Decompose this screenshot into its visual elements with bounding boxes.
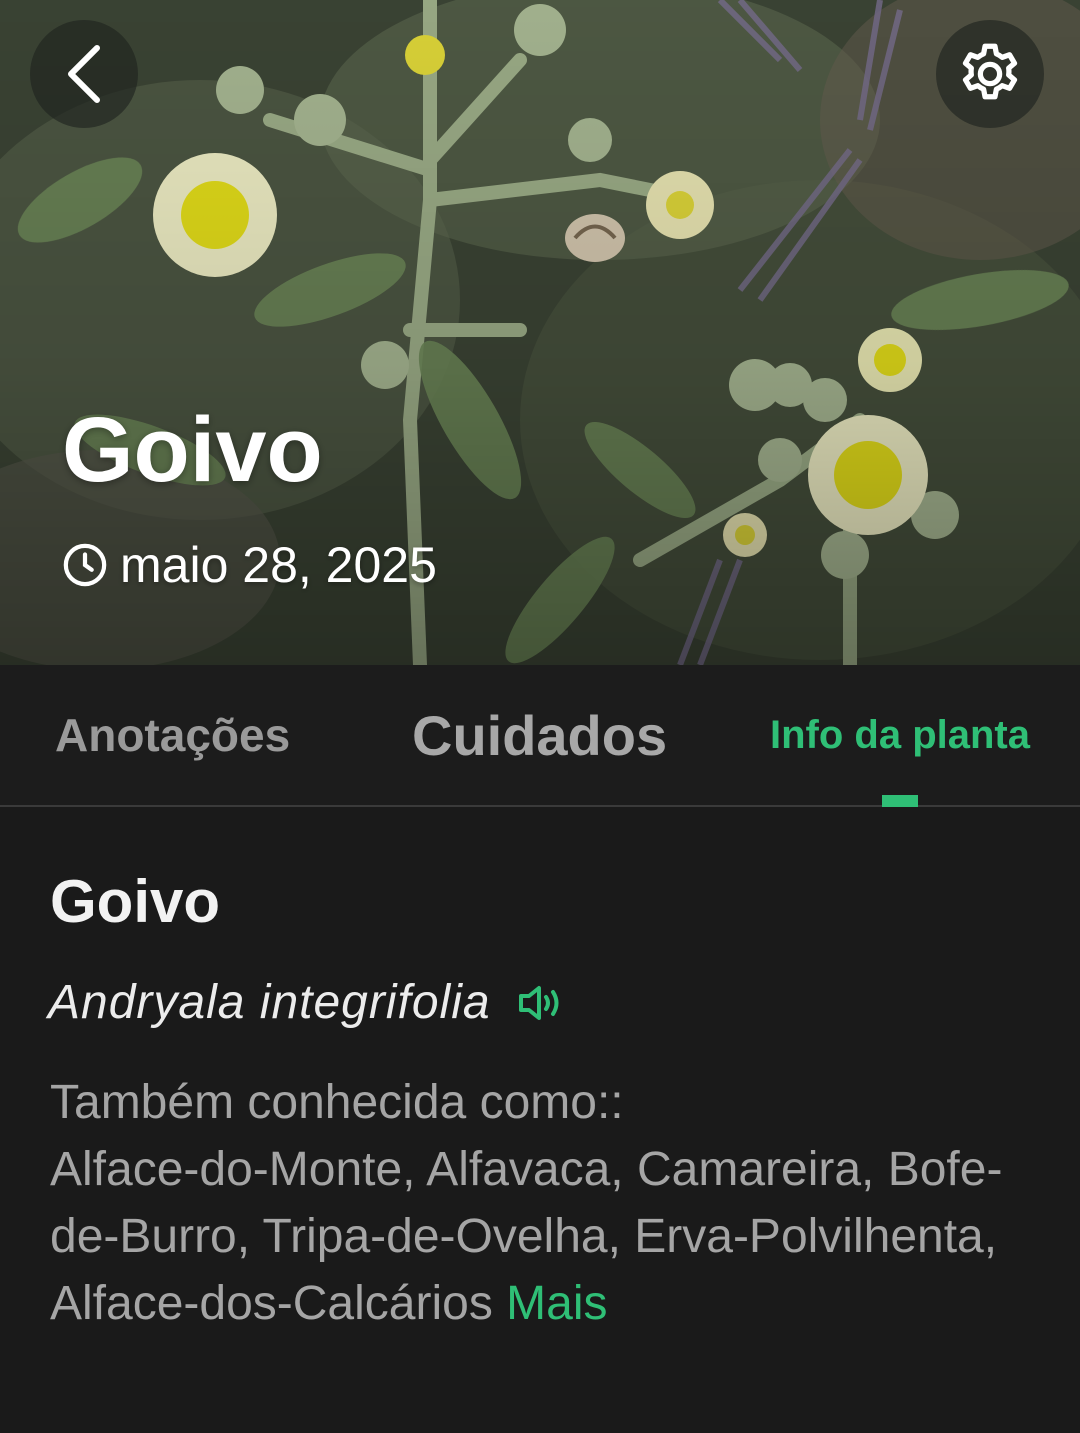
clock-icon — [63, 543, 107, 587]
plant-info-panel: Goivo Andryala integrifolia Também conhe… — [0, 807, 1080, 1433]
tab-bar: Anotações Cuidados Info da planta — [0, 665, 1080, 807]
speaker-icon[interactable] — [517, 983, 563, 1023]
scientific-name-row: Andryala integrifolia — [48, 975, 563, 1030]
chevron-left-icon — [68, 45, 100, 103]
tab-plant-info[interactable]: Info da planta — [770, 665, 1030, 805]
common-name: Goivo — [50, 868, 221, 935]
active-tab-indicator — [882, 795, 918, 807]
gear-icon — [962, 43, 1018, 100]
date-text: maio 28, 2025 — [120, 537, 437, 593]
scientific-name: Andryala integrifolia — [48, 976, 491, 1029]
date-row: maio 28, 2025 — [62, 536, 437, 594]
back-button[interactable] — [30, 20, 138, 128]
plant-photo-header: Goivo maio 28, 2025 — [0, 0, 1080, 665]
plant-title: Goivo — [62, 399, 323, 501]
settings-button[interactable] — [936, 20, 1044, 128]
tab-notes[interactable]: Anotações — [55, 665, 290, 805]
more-link[interactable]: Mais — [506, 1277, 607, 1330]
also-known-as: Também conhecida como:: Alface-do-Monte,… — [50, 1069, 1050, 1337]
aka-label: Também conhecida como:: — [50, 1076, 624, 1129]
tab-care[interactable]: Cuidados — [412, 665, 667, 805]
